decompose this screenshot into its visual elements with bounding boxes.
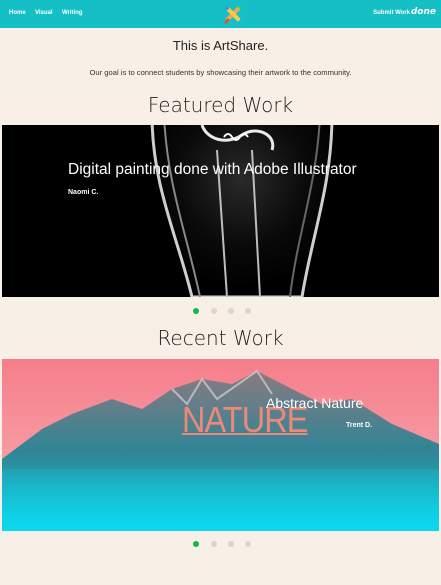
nav-home-link[interactable]: Home (9, 10, 26, 16)
recent-heading: Recent Work (157, 326, 284, 350)
nav-visual-link[interactable]: Visual (35, 10, 53, 16)
featured-heading: Featured Work (147, 93, 294, 117)
artshare-logo-icon[interactable] (221, 2, 245, 26)
carousel-dot[interactable] (245, 541, 251, 547)
carousel-dot[interactable] (228, 308, 234, 314)
mountain-image (2, 359, 439, 531)
nav-writing-link[interactable]: Writing (62, 10, 83, 16)
nav-submit-work-link[interactable]: Submit Work (373, 10, 410, 16)
carousel-dot[interactable] (193, 308, 199, 314)
featured-caption-author: Naomi C. (68, 189, 99, 196)
recent-caption-title: Abstract Nature (266, 395, 364, 411)
top-nav: Home Visual Writing Submit Work done (0, 0, 441, 28)
featured-slide[interactable]: Digital painting done with Adobe Illustr… (2, 125, 439, 297)
carousel-dot[interactable] (193, 541, 199, 547)
carousel-dot[interactable] (245, 308, 251, 314)
intro-text: Our goal is to connect students by showc… (89, 68, 352, 77)
recent-caption-author: Trent D. (346, 422, 373, 429)
intro-title: This is ArtShare. (172, 38, 269, 53)
carousel-dot[interactable] (211, 308, 217, 314)
nav-done-button[interactable]: done (411, 7, 436, 17)
recent-slide[interactable]: NATURE Abstract Nature Trent D. (2, 359, 439, 531)
carousel-dot[interactable] (211, 541, 217, 547)
recent-carousel-indicators (0, 541, 441, 549)
featured-carousel-indicators (0, 308, 441, 316)
featured-caption-title: Digital painting done with Adobe Illustr… (68, 161, 357, 178)
lightbulb-image (2, 125, 439, 297)
carousel-dot[interactable] (228, 541, 234, 547)
